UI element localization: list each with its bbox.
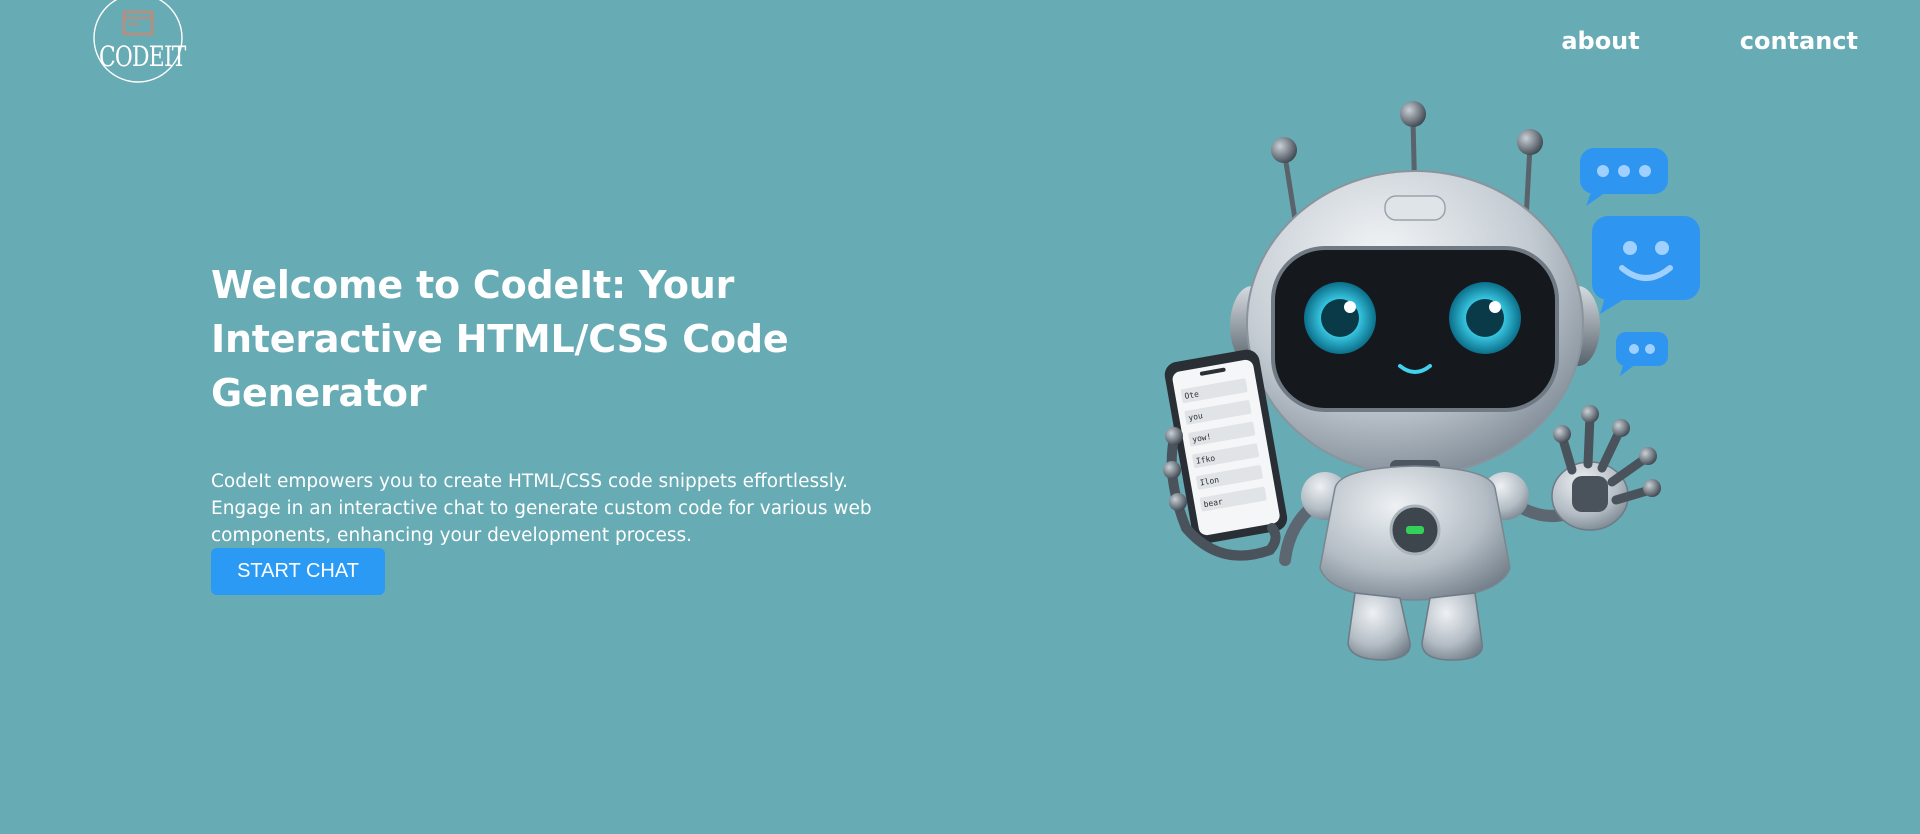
robot-illustration: Ote you yow! Ifko Ilon bear [1163,101,1700,661]
nav-link-about[interactable]: about [1561,27,1639,55]
chat-bubble-dots-icon [1580,148,1668,206]
robot-legs [1347,592,1483,661]
robot-body [1319,465,1511,601]
hero-section: Welcome to CodeIt: Your Interactive HTML… [211,258,911,549]
top-nav: about contanct [1561,27,1858,55]
robot-head [1230,170,1600,476]
nav-link-contact[interactable]: contanct [1740,27,1858,55]
codeit-logo[interactable]: CODEIT [88,0,188,94]
start-chat-button[interactable]: START CHAT [211,548,385,595]
chat-bubble-smile-icon [1592,216,1700,314]
logo-text: CODEIT [99,40,186,73]
hero-title: Welcome to CodeIt: Your Interactive HTML… [211,263,789,415]
hero-description: CodeIt empowers you to create HTML/CSS c… [211,471,872,546]
robot-right-arm [1481,461,1629,531]
chat-bubble-small-icon [1616,332,1668,376]
